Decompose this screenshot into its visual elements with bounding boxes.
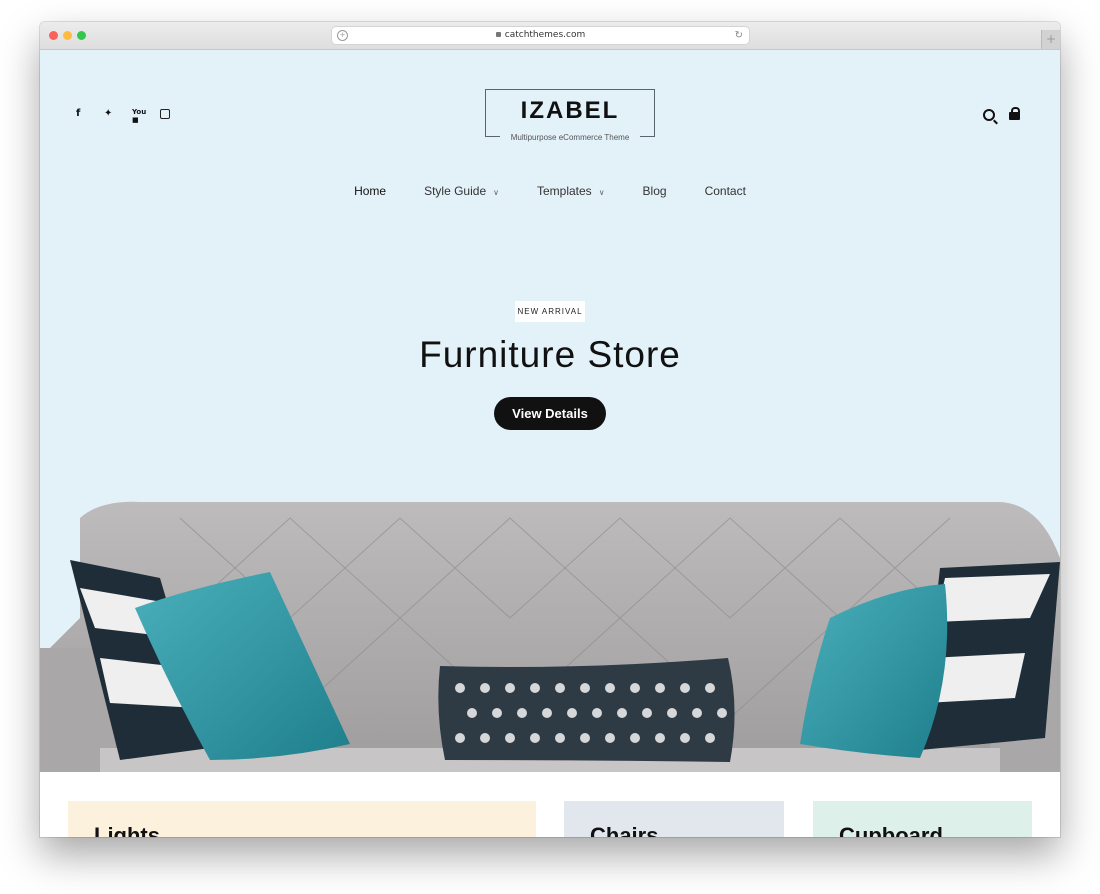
url-text: catchthemes.com (504, 30, 586, 40)
search-icon[interactable] (983, 109, 995, 121)
social-links: f ✦ You ■ (76, 108, 188, 124)
site-logo[interactable]: IZABEL Multipurpose eCommerce Theme (485, 89, 655, 142)
maximize-window-button[interactable] (77, 31, 86, 40)
address-bar[interactable]: + catchthemes.com ↻ (332, 27, 749, 44)
logo-tagline: Multipurpose eCommerce Theme (500, 133, 640, 142)
category-title: Chairs (590, 823, 659, 837)
nav-label: Style Guide (424, 184, 487, 198)
category-card-chairs[interactable]: Chairs (564, 801, 784, 837)
nav-label: Templates (536, 184, 592, 198)
site-info-icon[interactable]: + (337, 30, 348, 41)
logo-name: IZABEL (520, 97, 620, 124)
nav-label: Blog (642, 184, 667, 198)
shopping-bag-icon[interactable] (1009, 107, 1020, 120)
patterned-pillow-center (438, 658, 735, 762)
reload-icon[interactable]: ↻ (735, 27, 743, 44)
main-navigation: Home Style Guide ∨ Templates ∨ Blog Contac… (40, 184, 1060, 198)
nav-item-style-guide[interactable]: Style Guide ∨ (424, 184, 499, 198)
nav-item-templates[interactable]: Templates ∨ (537, 184, 605, 198)
new-arrival-badge: NEW ARRIVAL (515, 301, 585, 322)
hero-section: f ✦ You ■ IZABEL Multipurpose eCommerce T… (40, 50, 1060, 772)
categories-section: Lights Chairs Cupboard (40, 772, 1060, 837)
browser-titlebar: + catchthemes.com ↻ + (40, 22, 1060, 50)
browser-window: + catchthemes.com ↻ + f ✦ You ■ IZABEL Mu… (40, 22, 1060, 837)
category-card-cupboard[interactable]: Cupboard (813, 801, 1032, 837)
youtube-icon[interactable]: You ■ (132, 108, 160, 124)
nav-item-home[interactable]: Home (354, 184, 386, 198)
nav-label: Contact (704, 184, 746, 198)
new-tab-button[interactable]: + (1041, 30, 1060, 49)
instagram-icon[interactable] (160, 108, 188, 124)
hero-title: Furniture Store (419, 334, 681, 375)
nav-item-contact[interactable]: Contact (705, 184, 746, 198)
chevron-down-icon: ∨ (598, 188, 605, 197)
sofa-hero-image (40, 501, 1060, 772)
twitter-icon[interactable]: ✦ (104, 108, 132, 124)
lock-icon (495, 32, 501, 37)
minimize-window-button[interactable] (63, 31, 72, 40)
header-actions (983, 107, 1020, 121)
nav-item-blog[interactable]: Blog (643, 184, 667, 198)
close-window-button[interactable] (49, 31, 58, 40)
chevron-down-icon: ∨ (493, 188, 499, 197)
view-details-button[interactable]: View Details (494, 397, 606, 430)
facebook-icon[interactable]: f (76, 108, 104, 124)
nav-label: Home (354, 184, 387, 198)
category-title: Cupboard (839, 823, 943, 837)
category-title: Lights (94, 823, 160, 837)
category-card-lights[interactable]: Lights (68, 801, 536, 837)
